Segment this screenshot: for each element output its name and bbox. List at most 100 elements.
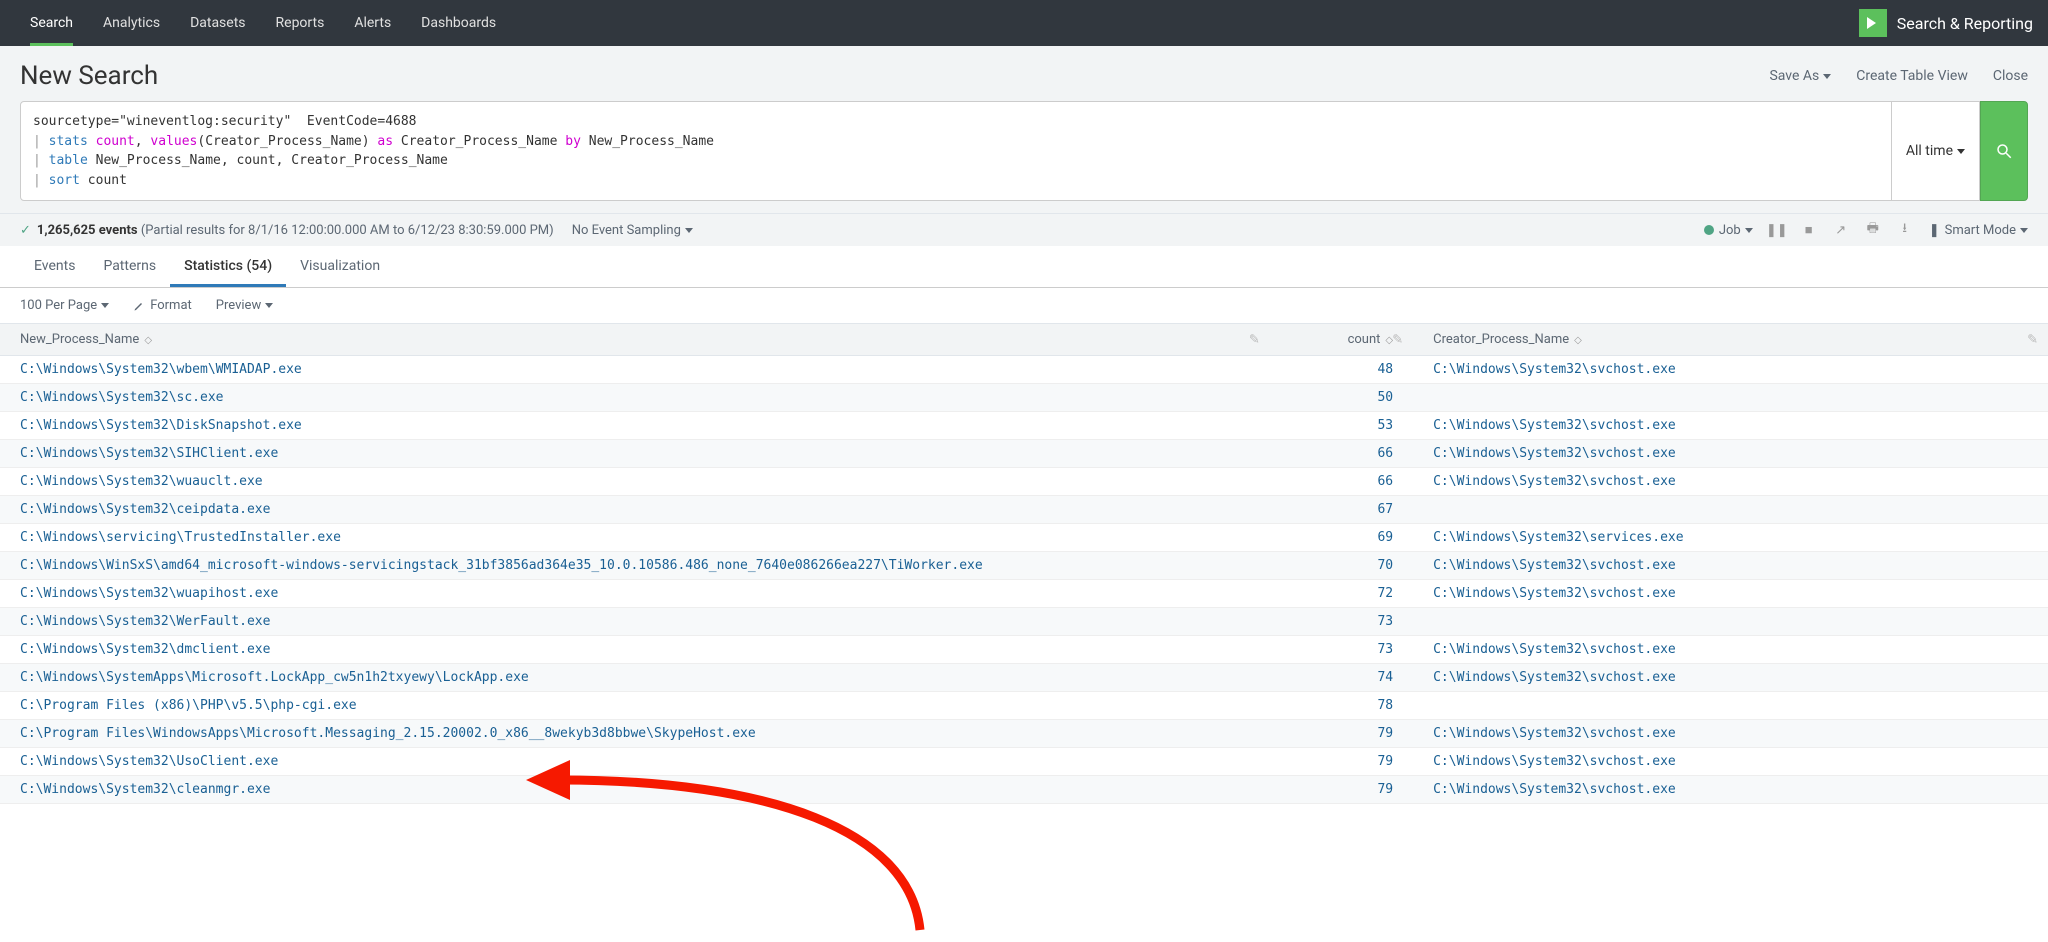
top-nav: SearchAnalyticsDatasetsReportsAlertsDash… (0, 0, 2048, 46)
cell-new-process[interactable]: C:\Windows\System32\ceipdata.exe (0, 496, 1270, 524)
nav-item-reports[interactable]: Reports (261, 0, 340, 46)
cell-count[interactable]: 53 (1270, 412, 1413, 440)
cell-creator-process[interactable]: C:\Windows\System32\svchost.exe (1413, 580, 2048, 608)
cell-count[interactable]: 69 (1270, 524, 1413, 552)
search-button[interactable] (1980, 101, 2028, 201)
cell-new-process[interactable]: C:\Windows\servicing\TrustedInstaller.ex… (0, 524, 1270, 552)
table-row: C:\Windows\System32\cleanmgr.exe79C:\Win… (0, 776, 2048, 804)
pencil-icon[interactable]: ✎ (1392, 332, 1403, 347)
event-sampling-dropdown[interactable]: No Event Sampling (572, 223, 693, 238)
share-icon[interactable]: ↗ (1833, 222, 1849, 238)
chevron-down-icon (1957, 149, 1965, 154)
print-icon[interactable]: 🖶 (1865, 222, 1881, 238)
nav-item-datasets[interactable]: Datasets (175, 0, 260, 46)
search-icon (1995, 142, 2013, 160)
cell-creator-process[interactable] (1413, 384, 2048, 412)
chevron-down-icon (1745, 228, 1753, 233)
cell-new-process[interactable]: C:\Windows\System32\dmclient.exe (0, 636, 1270, 664)
cell-creator-process[interactable]: C:\Windows\System32\svchost.exe (1413, 748, 2048, 776)
app-title: Search & Reporting (1897, 14, 2033, 33)
cell-creator-process[interactable] (1413, 608, 2048, 636)
pencil-icon[interactable]: ✎ (2027, 332, 2038, 347)
cell-count[interactable]: 78 (1270, 692, 1413, 720)
nav-item-search[interactable]: Search (15, 0, 88, 46)
tab-events[interactable]: Events (20, 246, 89, 287)
results-table: New_Process_Name◇✎ count◇✎ Creator_Proce… (0, 323, 2048, 804)
cell-creator-process[interactable]: C:\Windows\System32\svchost.exe (1413, 636, 2048, 664)
table-row: C:\Windows\WinSxS\amd64_microsoft-window… (0, 552, 2048, 580)
cell-creator-process[interactable] (1413, 692, 2048, 720)
cell-new-process[interactable]: C:\Windows\System32\wuapihost.exe (0, 580, 1270, 608)
nav-item-analytics[interactable]: Analytics (88, 0, 175, 46)
time-range-picker[interactable]: All time (1892, 101, 1980, 201)
download-icon[interactable]: ⭳ (1897, 222, 1913, 238)
cell-creator-process[interactable]: C:\Windows\System32\svchost.exe (1413, 720, 2048, 748)
cell-creator-process[interactable]: C:\Windows\System32\svchost.exe (1413, 468, 2048, 496)
cell-count[interactable]: 66 (1270, 468, 1413, 496)
cell-count[interactable]: 74 (1270, 664, 1413, 692)
cell-creator-process[interactable]: C:\Windows\System32\svchost.exe (1413, 356, 2048, 384)
cell-new-process[interactable]: C:\Windows\SystemApps\Microsoft.LockApp_… (0, 664, 1270, 692)
cell-new-process[interactable]: C:\Windows\WinSxS\amd64_microsoft-window… (0, 552, 1270, 580)
column-header-new-process[interactable]: New_Process_Name◇✎ (0, 324, 1270, 356)
cell-new-process[interactable]: C:\Windows\System32\wbem\WMIADAP.exe (0, 356, 1270, 384)
per-page-dropdown[interactable]: 100 Per Page (20, 298, 109, 313)
cell-new-process[interactable]: C:\Windows\System32\sc.exe (0, 384, 1270, 412)
cell-count[interactable]: 79 (1270, 748, 1413, 776)
table-row: C:\Windows\System32\sc.exe50 (0, 384, 2048, 412)
cell-count[interactable]: 48 (1270, 356, 1413, 384)
format-button[interactable]: Format (133, 298, 192, 313)
event-count: 1,265,625 events (37, 223, 138, 238)
tab-visualization[interactable]: Visualization (286, 246, 394, 287)
cell-count[interactable]: 72 (1270, 580, 1413, 608)
cell-new-process[interactable]: C:\Windows\System32\cleanmgr.exe (0, 776, 1270, 804)
search-mode-dropdown[interactable]: ❚Smart Mode (1929, 223, 2028, 238)
table-row: C:\Windows\System32\UsoClient.exe79C:\Wi… (0, 748, 2048, 776)
chevron-down-icon (1823, 74, 1831, 79)
cell-count[interactable]: 79 (1270, 720, 1413, 748)
cell-count[interactable]: 73 (1270, 636, 1413, 664)
create-table-view-button[interactable]: Create Table View (1856, 68, 1968, 84)
column-header-count[interactable]: count◇✎ (1270, 324, 1413, 356)
cell-count[interactable]: 73 (1270, 608, 1413, 636)
cell-creator-process[interactable]: C:\Windows\System32\svchost.exe (1413, 552, 2048, 580)
cell-new-process[interactable]: C:\Windows\System32\UsoClient.exe (0, 748, 1270, 776)
cell-count[interactable]: 70 (1270, 552, 1413, 580)
cell-new-process[interactable]: C:\Program Files\WindowsApps\Microsoft.M… (0, 720, 1270, 748)
table-row: C:\Windows\servicing\TrustedInstaller.ex… (0, 524, 2048, 552)
cell-new-process[interactable]: C:\Windows\System32\wuauclt.exe (0, 468, 1270, 496)
chevron-down-icon (685, 228, 693, 233)
preview-dropdown[interactable]: Preview (216, 298, 273, 313)
cell-count[interactable]: 79 (1270, 776, 1413, 804)
cell-new-process[interactable]: C:\Windows\System32\WerFault.exe (0, 608, 1270, 636)
cell-creator-process[interactable]: C:\Windows\System32\svchost.exe (1413, 776, 2048, 804)
status-bar: ✓ 1,265,625 events (Partial results for … (0, 213, 2048, 246)
cell-count[interactable]: 67 (1270, 496, 1413, 524)
save-as-button[interactable]: Save As (1769, 68, 1831, 84)
cell-count[interactable]: 50 (1270, 384, 1413, 412)
table-row: C:\Windows\System32\WerFault.exe73 (0, 608, 2048, 636)
cell-creator-process[interactable]: C:\Windows\System32\svchost.exe (1413, 412, 2048, 440)
cell-creator-process[interactable]: C:\Windows\System32\svchost.exe (1413, 664, 2048, 692)
cell-new-process[interactable]: C:\Program Files (x86)\PHP\v5.5\php-cgi.… (0, 692, 1270, 720)
nav-item-dashboards[interactable]: Dashboards (406, 0, 511, 46)
cell-creator-process[interactable]: C:\Windows\System32\services.exe (1413, 524, 2048, 552)
cell-creator-process[interactable] (1413, 496, 2048, 524)
cell-count[interactable]: 66 (1270, 440, 1413, 468)
nav-item-alerts[interactable]: Alerts (339, 0, 406, 46)
job-dropdown[interactable]: Job (1704, 223, 1753, 238)
tab-patterns[interactable]: Patterns (89, 246, 170, 287)
chevron-down-icon (265, 303, 273, 308)
cell-new-process[interactable]: C:\Windows\System32\SIHClient.exe (0, 440, 1270, 468)
cell-creator-process[interactable]: C:\Windows\System32\svchost.exe (1413, 440, 2048, 468)
column-header-creator-process[interactable]: Creator_Process_Name◇✎ (1413, 324, 2048, 356)
close-button[interactable]: Close (1993, 68, 2028, 84)
tab-statistics[interactable]: Statistics (54) (170, 246, 286, 287)
cell-new-process[interactable]: C:\Windows\System32\DiskSnapshot.exe (0, 412, 1270, 440)
page-title: New Search (20, 61, 158, 91)
pause-icon[interactable]: ❚❚ (1769, 222, 1785, 238)
stop-icon[interactable]: ■ (1801, 222, 1817, 238)
page-header: New Search Save As Create Table View Clo… (0, 46, 2048, 101)
search-input[interactable]: sourcetype="wineventlog:security" EventC… (20, 101, 1892, 201)
pencil-icon[interactable]: ✎ (1249, 332, 1260, 347)
